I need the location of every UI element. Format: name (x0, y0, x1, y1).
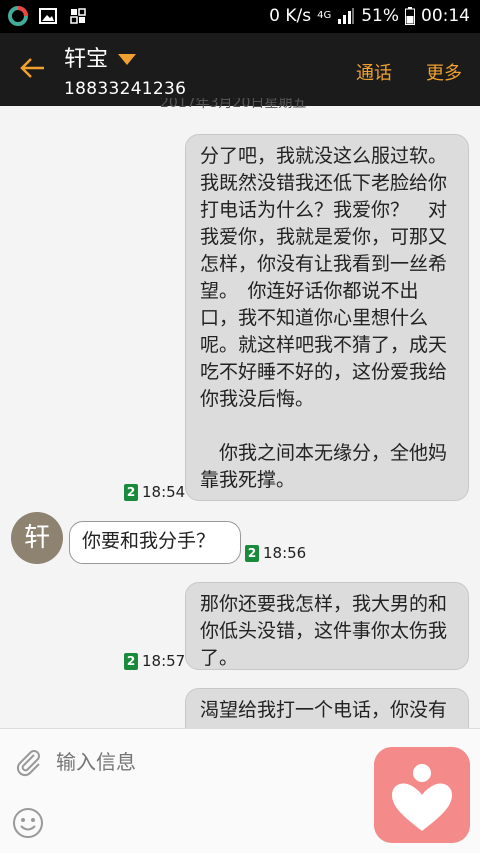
clock: 00:14 (421, 6, 470, 26)
message-time: 18:57 (142, 652, 186, 670)
message-bubble-outgoing[interactable]: 那你还要我怎样，我大男的和你低头没错，这件事你太伤我了。 (185, 582, 469, 670)
message-bubble-incoming[interactable]: 你要和我分手？ (69, 521, 241, 564)
message-meta: 2 18:54 (124, 483, 185, 501)
message-time: 18:56 (263, 544, 307, 562)
back-arrow-icon[interactable] (18, 53, 48, 83)
sim-badge: 2 (245, 544, 259, 562)
more-button[interactable]: 更多 (426, 59, 462, 85)
app-notification-icon (8, 6, 28, 26)
lte-indicator: 4G (317, 10, 332, 21)
dropdown-caret-icon[interactable] (118, 53, 137, 65)
emoji-icon[interactable] (12, 807, 44, 839)
sync-notification-icon (70, 8, 86, 24)
signal-icon (338, 8, 355, 24)
message-bubble-outgoing[interactable]: 分了吧，我就没这么服过软。我既然没错我还低下老脸给你打电话为什么？我爱你？ 对我… (185, 134, 469, 501)
message-time: 18:54 (142, 483, 186, 501)
date-separator: 2017年3月20日星期五 (160, 98, 307, 111)
image-notification-icon (39, 8, 57, 24)
contact-phone: 18833241236 (64, 79, 187, 99)
sim-badge: 2 (124, 652, 138, 670)
floating-heart-app-icon[interactable] (374, 747, 470, 843)
battery-percent: 51% (361, 6, 399, 26)
message-meta: 2 18:57 (124, 652, 185, 670)
message-input[interactable] (56, 745, 356, 779)
status-bar: 0 K/s 4G 51% 00:14 (0, 0, 480, 33)
contact-name: 轩宝 (64, 47, 109, 72)
avatar[interactable]: 轩 (11, 512, 63, 564)
paperclip-icon[interactable] (14, 747, 44, 777)
call-button[interactable]: 通话 (356, 59, 392, 85)
battery-icon (405, 7, 415, 25)
sim-badge: 2 (124, 483, 138, 501)
net-speed: 0 K/s (269, 6, 312, 26)
contact-info[interactable]: 轩宝 18833241236 (64, 41, 186, 99)
message-meta: 2 18:56 (245, 544, 306, 562)
conversation-header: 轩宝 18833241236 通话 更多 (0, 33, 480, 106)
